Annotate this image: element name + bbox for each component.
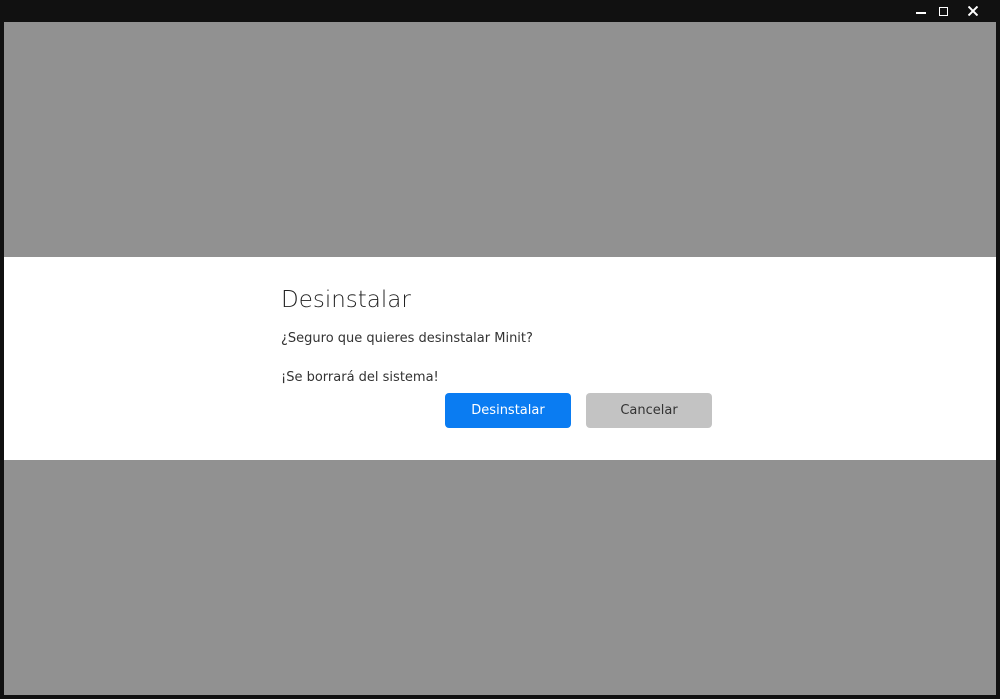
maximize-button[interactable] [930,0,956,22]
maximize-icon [939,7,948,16]
title-bar [0,0,1000,22]
uninstall-dialog: Desinstalar ¿Seguro que quieres desinsta… [4,257,996,460]
close-icon [968,6,978,16]
dialog-question: ¿Seguro que quieres desinstalar Minit? [281,331,533,346]
app-window: Desinstalar ¿Seguro que quieres desinsta… [0,0,1000,699]
dialog-warning: ¡Se borrará del sistema! [281,370,439,385]
modal-overlay: Desinstalar ¿Seguro que quieres desinsta… [4,22,996,695]
uninstall-button[interactable]: Desinstalar [445,393,571,428]
minimize-icon [916,12,926,14]
dialog-title: Desinstalar [281,287,411,313]
cancel-button[interactable]: Cancelar [586,393,712,428]
close-window-button[interactable] [960,0,986,22]
